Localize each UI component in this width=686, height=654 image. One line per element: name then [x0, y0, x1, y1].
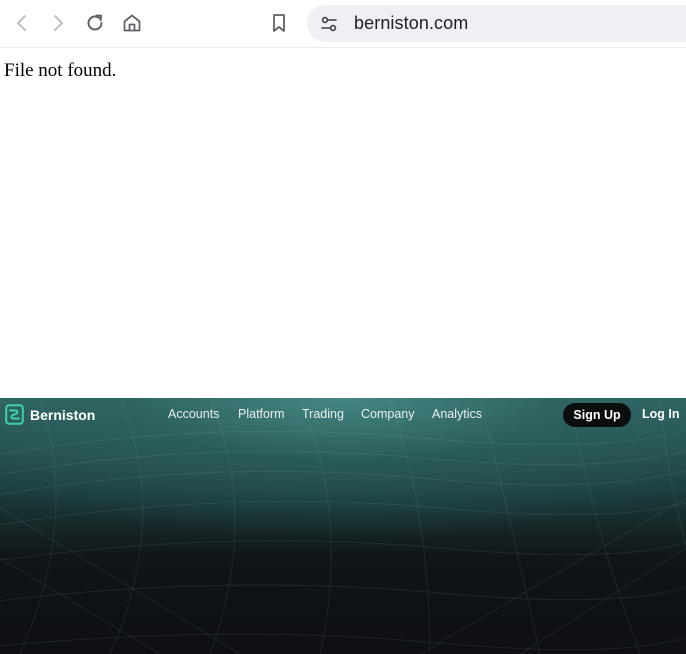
bookmark-button[interactable] — [265, 9, 293, 37]
back-button[interactable] — [8, 9, 36, 37]
nav-link-accounts[interactable]: Accounts — [168, 407, 219, 421]
nav-link-analytics[interactable]: Analytics — [432, 407, 482, 421]
bookmark-icon — [269, 12, 289, 34]
browser-toolbar: berniston.com — [0, 0, 686, 48]
reload-button[interactable] — [81, 9, 109, 37]
brand-name: Berniston — [30, 406, 96, 423]
nav-link-company[interactable]: Company — [361, 407, 415, 421]
home-icon — [121, 12, 143, 34]
address-bar[interactable]: berniston.com — [307, 5, 686, 42]
url-text[interactable]: berniston.com — [354, 13, 468, 34]
site-navbar: Berniston Accounts Platform Trading Comp… — [0, 398, 686, 432]
forward-button[interactable] — [44, 9, 72, 37]
log-in-link[interactable]: Log In — [642, 407, 680, 421]
nav-link-trading[interactable]: Trading — [302, 407, 344, 421]
chevron-right-icon — [48, 13, 68, 33]
reload-icon — [84, 12, 106, 34]
tune-icon[interactable] — [315, 10, 343, 38]
chevron-left-icon — [12, 13, 32, 33]
brand-link[interactable]: Berniston — [5, 404, 95, 425]
wave-grid-background — [0, 398, 686, 654]
site-hero: Berniston Accounts Platform Trading Comp… — [0, 398, 686, 654]
error-message: File not found. — [4, 60, 117, 81]
sign-up-button[interactable]: Sign Up — [563, 403, 631, 427]
nav-link-platform[interactable]: Platform — [238, 407, 285, 421]
home-button[interactable] — [118, 9, 146, 37]
berniston-logo-icon — [5, 404, 24, 425]
